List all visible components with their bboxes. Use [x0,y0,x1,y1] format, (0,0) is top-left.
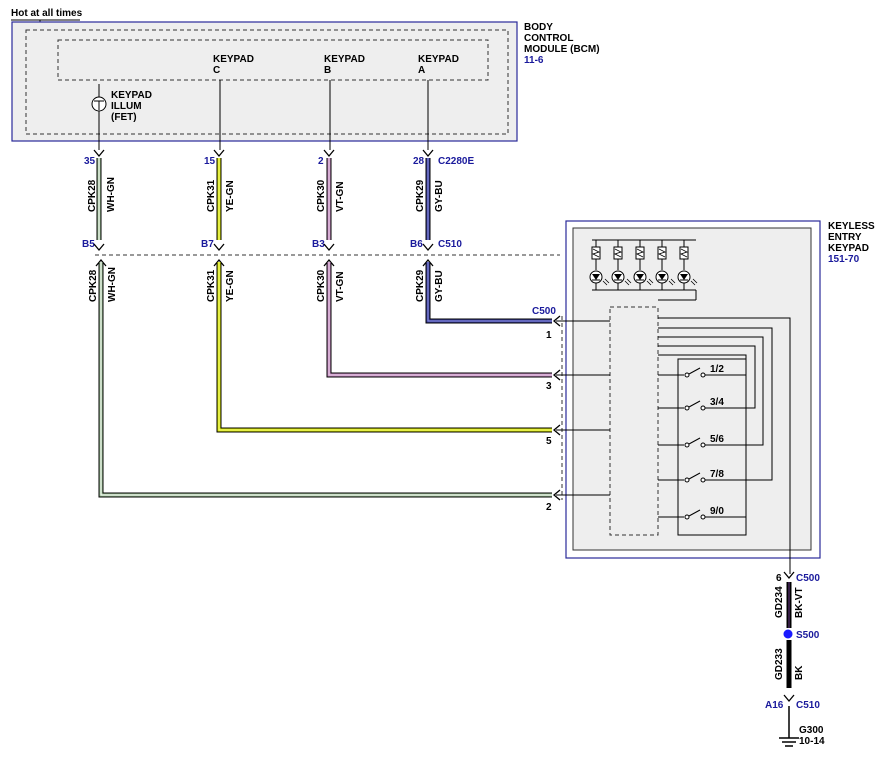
c510-arrow-down [213,243,225,252]
keypad-a-line2: A [418,65,425,76]
c500-pin-5: 5 [546,436,552,447]
ground-arrow-top [783,571,795,580]
c510-arrow-down [93,243,105,252]
hot-at-all-times-label: Hot at all times [11,8,83,19]
keypad-a-line1: KEYPAD [418,54,459,65]
bcm-module: BODY CONTROL MODULE (BCM) 11-6 KEYPAD IL… [11,21,600,150]
bcm-pin-arrow [323,149,335,158]
bcm-pin-arrow [93,149,105,158]
c510-pin-b5: B5 [82,239,95,250]
keypad-name-line3: KEYPAD [828,243,869,254]
c500-label: C500 [532,306,556,317]
gd233-circuit: GD233 [774,648,785,680]
c510-pin-b7: B7 [201,239,214,250]
c510-arrow-down [422,243,434,252]
bcm-name-line2: CONTROL [524,33,573,44]
circuit-cpk31-upper: CPK31 [206,179,217,212]
splice-s500-label: S500 [796,630,820,641]
ground-c500-pin: 6 [776,573,782,584]
circuit-cpk31-lower: CPK31 [206,269,217,302]
bcm-connector-arrows [93,149,434,158]
color-yegn-lower: YE-GN [225,270,236,302]
color-vtgn-upper: VT-GN [335,181,346,212]
color-gybu-upper: GY-BU [434,180,445,212]
ground-c510-pin: A16 [765,700,784,711]
gd234-color: BK-VT [794,587,805,618]
c500-pin-3: 3 [546,381,552,392]
wiring-diagram: Hot at all times BODY CONTROL MODULE (BC… [11,8,875,747]
ground-g300: G300 [799,725,824,736]
keyless-entry-keypad: KEYLESS ENTRY KEYPAD 151-70 1/2 3/4 5/6 7/8… [556,220,875,574]
connector-c2280e: C2280E [438,156,474,167]
circuit-cpk29-upper: CPK29 [415,179,426,212]
pin-35: 35 [84,156,96,167]
ground-c510-conn: C510 [796,700,820,711]
pin-28: 28 [413,156,425,167]
keypad-button-label: 3/4 [710,397,724,408]
connector-c510: B5 B7 B3 B6 C510 [82,239,560,256]
color-whgn-upper: WH-GN [106,177,117,212]
c510-pin-b6: B6 [410,239,423,250]
circuit-cpk29-lower: CPK29 [415,269,426,302]
gd233-color: BK [794,665,805,680]
c510-arrow-down [323,243,335,252]
ground-ref: 10-14 [799,736,825,747]
keypad-button-label: 9/0 [710,506,724,517]
bcm-pin-arrow [213,149,225,158]
illum-line1: KEYPAD [111,90,152,101]
keypad-button-label: 5/6 [710,434,724,445]
keypad-b-line1: KEYPAD [324,54,365,65]
bcm-pin-arrow [422,149,434,158]
c500-pin-1: 1 [546,330,552,341]
keypad-c-line2: C [213,65,220,76]
bcm-ref: 11-6 [524,55,544,66]
bcm-name-line1: BODY [524,22,553,33]
bcm-name-line3: MODULE (BCM) [524,44,600,55]
keypad-name-line2: ENTRY [828,232,862,243]
keypad-b-line2: B [324,65,331,76]
illum-line2: ILLUM [111,101,142,112]
ground-circuit: 6 C500 GD234 BK-VT S500 GD233 BK A16 C51… [765,571,825,747]
keypad-button-label: 7/8 [710,469,724,480]
pin-2: 2 [318,156,324,167]
c500-pin-2: 2 [546,502,552,513]
circuit-cpk28-upper: CPK28 [87,179,98,212]
gd234-circuit: GD234 [774,586,785,618]
color-yegn-upper: YE-GN [225,180,236,212]
circuit-cpk30-lower: CPK30 [316,269,327,302]
keypad-ref: 151-70 [828,254,860,265]
keypad-name-line1: KEYLESS [828,221,875,232]
circuit-cpk28-lower: CPK28 [88,269,99,302]
keypad-c-line1: KEYPAD [213,54,254,65]
pin-15: 15 [204,156,216,167]
c500-arrows [552,315,561,501]
ground-c500-conn: C500 [796,573,820,584]
color-vtgn-lower: VT-GN [335,271,346,302]
connector-c500: C500 1 3 5 2 [532,306,563,513]
illum-line3: (FET) [111,112,137,123]
splice-s500 [783,629,793,639]
c510-label: C510 [438,239,462,250]
color-whgn-lower: WH-GN [107,267,118,302]
c510-pin-b3: B3 [312,239,325,250]
color-gybu-lower: GY-BU [434,270,445,302]
wire-cpk31-lower [216,262,552,433]
ground-arrow-c510 [783,694,795,703]
keypad-button-label: 1/2 [710,364,724,375]
circuit-cpk30-upper: CPK30 [316,179,327,212]
